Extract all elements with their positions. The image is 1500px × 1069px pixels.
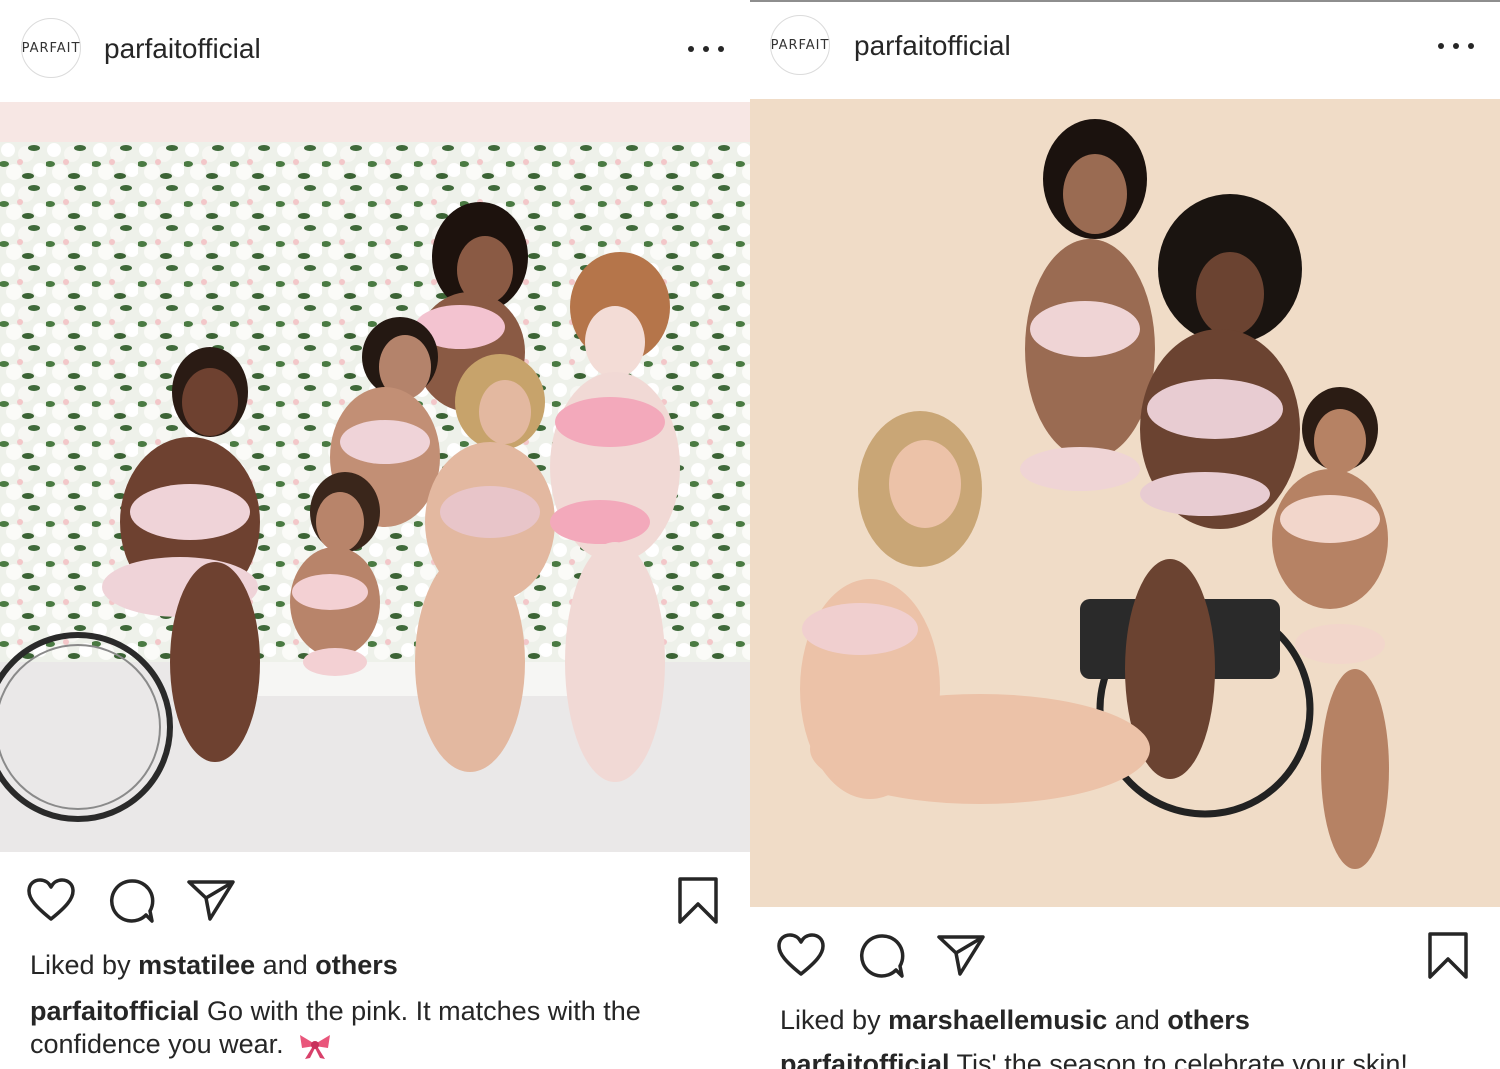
caption: parfaitofficial Go with the pink. It mat…	[30, 995, 710, 1061]
caption-text: Tis' the season to celebrate your skin!	[956, 1049, 1408, 1069]
caption-username[interactable]: parfaitofficial	[30, 996, 200, 1026]
post-actions	[0, 871, 750, 931]
ribbon-icon	[300, 1034, 331, 1059]
share-icon[interactable]	[186, 878, 236, 922]
bookmark-icon[interactable]	[1426, 931, 1470, 981]
post-header: PARFAIT parfaitofficial	[0, 0, 750, 100]
avatar[interactable]: PARFAIT	[21, 18, 81, 78]
comment-icon[interactable]	[108, 877, 156, 925]
liked-by-and: and	[1114, 1005, 1160, 1035]
post-photo[interactable]	[750, 99, 1500, 907]
post-username[interactable]: parfaitofficial	[104, 33, 261, 65]
liked-by-prefix: Liked by	[30, 950, 131, 980]
avatar-logo-text: PARFAIT	[21, 40, 81, 56]
liked-by-user[interactable]: mstatilee	[138, 950, 255, 980]
heart-icon[interactable]	[776, 932, 826, 978]
post-card: PARFAIT parfaitofficial	[750, 0, 1500, 1069]
likes-line: Liked by mstatilee and others	[30, 950, 398, 981]
post-actions	[750, 924, 1500, 984]
post-photo[interactable]	[0, 102, 750, 852]
liked-by-and: and	[262, 950, 308, 980]
likes-line: Liked by marshaellemusic and others	[780, 1005, 1250, 1036]
ellipsis-icon[interactable]	[1438, 40, 1474, 52]
post-card: PARFAIT parfaitofficial	[0, 0, 750, 1069]
post-username[interactable]: parfaitofficial	[854, 30, 1011, 62]
post-header: PARFAIT parfaitofficial	[750, 2, 1500, 102]
liked-by-user[interactable]: marshaellemusic	[888, 1005, 1107, 1035]
heart-icon[interactable]	[26, 877, 76, 923]
comment-icon[interactable]	[858, 932, 906, 980]
caption-username[interactable]: parfaitofficial	[780, 1049, 950, 1069]
ellipsis-icon[interactable]	[688, 43, 724, 55]
share-icon[interactable]	[936, 933, 986, 977]
avatar[interactable]: PARFAIT	[770, 15, 830, 75]
avatar-logo-text: PARFAIT	[770, 37, 830, 53]
bookmark-icon[interactable]	[676, 876, 720, 926]
liked-by-prefix: Liked by	[780, 1005, 881, 1035]
liked-by-others[interactable]: others	[315, 950, 398, 980]
liked-by-others[interactable]: others	[1167, 1005, 1250, 1035]
caption: parfaitofficial Tis' the season to celeb…	[780, 1048, 1480, 1069]
photo-illustration	[750, 99, 1500, 907]
photo-illustration	[0, 102, 750, 852]
